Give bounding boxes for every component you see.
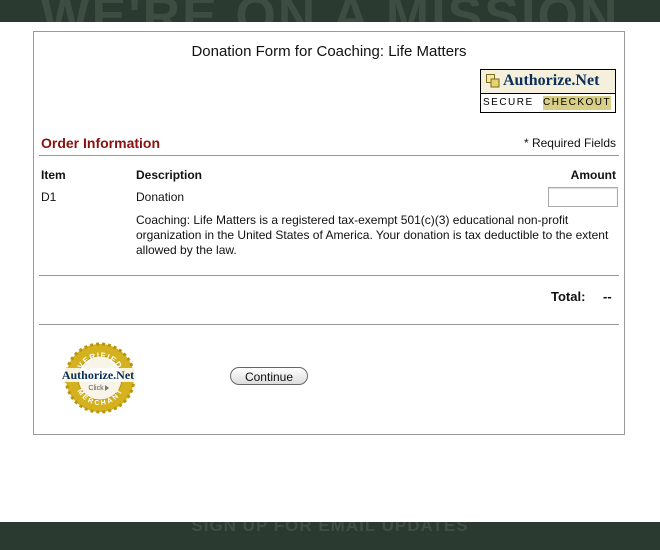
required-fields-note: * Required Fields xyxy=(523,136,616,150)
seal-brand: Authorize.Net xyxy=(62,368,134,382)
row-description: Donation xyxy=(136,190,185,204)
row-item: D1 xyxy=(41,190,57,204)
column-header-amount: Amount xyxy=(570,168,616,182)
total-label: Total: xyxy=(551,289,586,304)
row-description-note: Coaching: Life Matters is a registered t… xyxy=(136,213,609,257)
form-title: Donation Form for Coaching: Life Matters xyxy=(191,43,467,60)
authorize-net-logo-icon xyxy=(486,74,500,88)
seal-click-label: Click xyxy=(88,385,104,392)
amount-input[interactable] xyxy=(548,187,618,207)
table-divider xyxy=(39,275,619,276)
authorize-net-secure-checkout-badge[interactable]: Authorize.Net SECURE CHECKOUT xyxy=(480,69,616,113)
total-divider xyxy=(39,324,619,325)
donation-modal: Donation Form for Coaching: Life Matters… xyxy=(0,22,660,522)
total-value: -- xyxy=(603,289,612,304)
continue-button[interactable]: Continue xyxy=(230,367,308,385)
column-header-description: Description xyxy=(136,168,203,182)
badge-checkout-label: CHECKOUT xyxy=(543,96,612,110)
section-divider xyxy=(39,155,619,156)
column-header-item: Item xyxy=(41,168,66,182)
verified-merchant-seal[interactable]: VERIFIED Authorize.Net Click MERCHANT xyxy=(50,340,146,416)
order-information-heading: Order Information xyxy=(41,135,161,151)
badge-brand: Authorize.Net xyxy=(503,72,600,89)
donation-form: Donation Form for Coaching: Life Matters… xyxy=(33,31,625,435)
badge-secure-label: SECURE xyxy=(483,97,534,108)
